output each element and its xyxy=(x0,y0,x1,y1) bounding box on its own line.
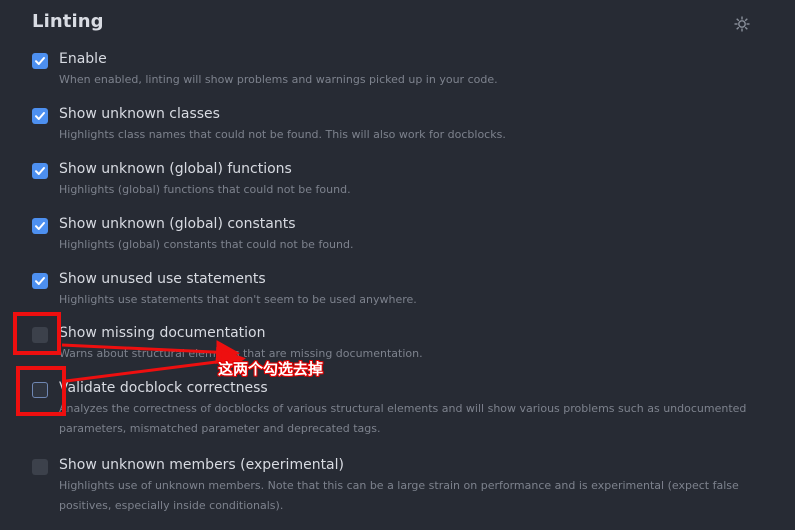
annotation-arrow-upper xyxy=(61,340,240,365)
annotation-arrows xyxy=(61,340,246,383)
annotation-arrow-lower xyxy=(65,349,246,383)
annotation-text: 这两个勾选去掉 xyxy=(218,360,324,378)
